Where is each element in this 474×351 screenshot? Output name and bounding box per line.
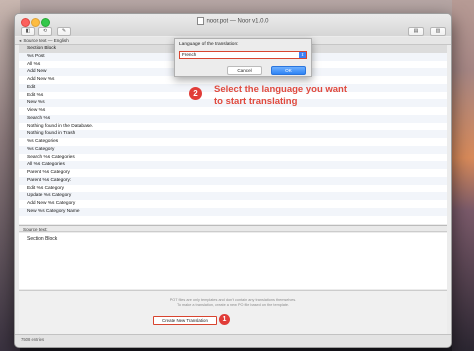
list-item[interactable]: New %s Category Name [19,207,447,216]
list-item[interactable]: %s Categories [19,138,447,146]
window-title-label: noor.pot — Noor v1.0.0 [206,18,269,25]
list-item[interactable]: Parent %s Category: [19,176,447,185]
toolbar-button-5[interactable]: ▥ [430,27,446,36]
language-label: Language of the translation: [179,42,239,47]
source-text-area: Section Block [19,233,447,289]
toolbar-button-1[interactable]: ◧ [21,27,35,36]
list-item[interactable] [19,216,447,224]
document-icon [197,17,205,25]
list-item[interactable]: Add New %s Category [19,200,447,208]
status-bar: 7508 entries [15,334,451,347]
toolbar-button-4[interactable]: ▤ [408,27,424,36]
entries-count: 7508 entries [21,337,45,342]
list-item[interactable]: Parent %s Category [19,169,447,177]
callout-line-2: to start translating [214,96,298,107]
callout-line-1: Select the language you want [214,84,348,95]
chevron-updown-icon[interactable]: ⇕ [299,52,306,58]
language-select[interactable]: French ⇕ [179,51,307,59]
chevron-left-icon[interactable]: ◂ [19,38,21,43]
list-item[interactable]: Nothing found in the Database. [19,123,447,131]
list-item[interactable]: Search %s Categories [19,154,447,162]
column-header-label: Source text — English [23,38,69,43]
list-item[interactable]: Update %s Category [19,192,447,200]
app-window: noor.pot — Noor v1.0.0 ◧ ⟲ ✎ ▤ ▥ ◂ Source… [14,13,452,348]
list-item[interactable]: Nothing found in Trash [19,130,447,138]
instruction-callout: Select the language you want to start tr… [214,84,384,108]
pot-note-line-2: To make a translation, create a new PO f… [176,303,290,307]
step-marker-2: 2 [189,87,202,100]
list-item[interactable]: Edit %s Category [19,185,447,193]
ok-button[interactable]: OK [271,66,306,75]
language-select-value: French [182,52,197,57]
create-new-translation-button[interactable]: Create New Translation [153,316,217,325]
step-marker-1: 1 [219,314,230,325]
list-item[interactable]: Search %s [19,114,447,123]
translation-pane: POT files are only templates and don't c… [19,290,447,334]
language-sheet: Language of the translation: French ⇕ Ca… [174,38,312,77]
list-item[interactable]: %s Category [19,145,447,154]
list-item[interactable]: All %s Categories [19,161,447,169]
toolbar-button-2[interactable]: ⟲ [38,27,52,36]
pot-note: POT files are only templates and don't c… [19,298,447,308]
list-item[interactable]: Add New %s [19,76,447,84]
list-item[interactable]: View %s [19,107,447,115]
source-text-header: Source text: [19,225,447,232]
title-bar: noor.pot — Noor v1.0.0 ◧ ⟲ ✎ ▤ ▥ [15,14,451,36]
cancel-button[interactable]: Cancel [227,66,262,75]
source-text-value: Section Block [27,236,58,242]
toolbar-button-3[interactable]: ✎ [57,27,71,36]
desktop-wallpaper-right [452,0,474,351]
window-title: noor.pot — Noor v1.0.0 [15,17,451,25]
